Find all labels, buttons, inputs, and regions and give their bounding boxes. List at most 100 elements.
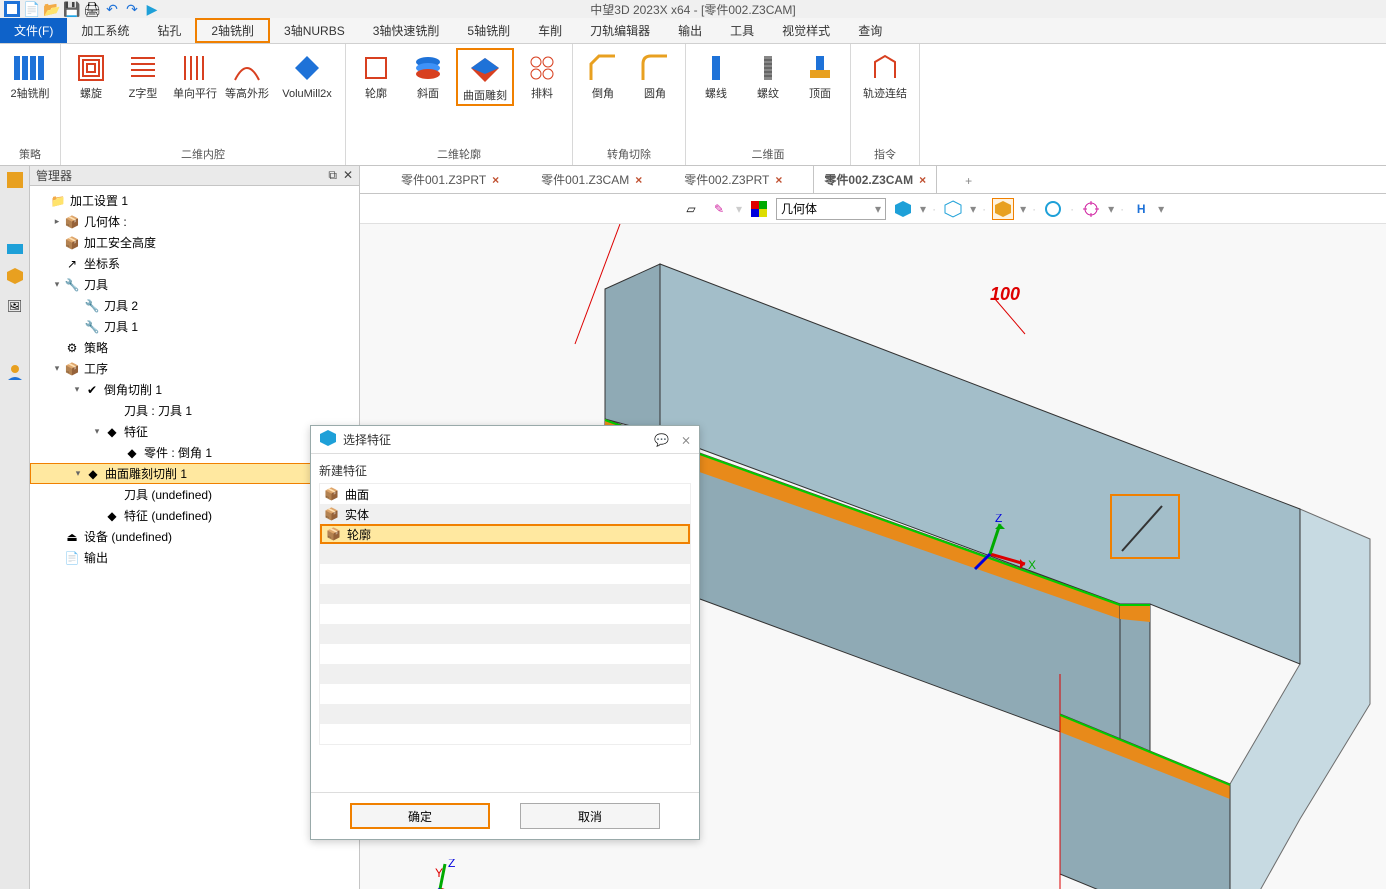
ribbon-helix[interactable]: 螺线 (692, 48, 740, 102)
vt-box-wire-icon[interactable] (942, 198, 964, 220)
print-icon[interactable]: 🖨 (84, 1, 100, 17)
vt-box-gold-icon[interactable] (992, 198, 1014, 220)
vt-palette-icon[interactable] (748, 198, 770, 220)
tree-node[interactable]: 📁加工设置 1 (30, 190, 359, 211)
close-icon[interactable]: × (775, 173, 782, 187)
save-icon[interactable]: 💾 (64, 1, 80, 17)
vt-target-icon[interactable] (1080, 198, 1102, 220)
ribbon-slope[interactable]: 斜面 (404, 48, 452, 102)
menu-tools[interactable]: 工具 (716, 18, 768, 43)
twisty-icon[interactable]: ▾ (71, 468, 85, 479)
close-icon[interactable]: × (492, 173, 499, 187)
twisty-icon[interactable]: ▾ (50, 279, 64, 290)
pathlink-icon (865, 50, 905, 86)
strip-user-icon[interactable] (3, 360, 27, 384)
dialog-close-icon[interactable]: ⨯ (681, 433, 691, 447)
vt-box-blue-icon[interactable] (892, 198, 914, 220)
dlg-item-surface[interactable]: 📦曲面 (320, 484, 690, 504)
tree-node[interactable]: 刀具 : 刀具 1 (30, 400, 359, 421)
ribbon-contourh[interactable]: 等高外形 (223, 48, 271, 102)
ribbon-group-cmd: 轨迹连结 指令 (851, 44, 920, 165)
ribbon-thread[interactable]: 螺纹 (744, 48, 792, 102)
vt-combo[interactable]: 几何体▾ (776, 198, 886, 220)
close-icon[interactable]: × (919, 173, 926, 187)
undo-icon[interactable]: ↶ (104, 1, 120, 17)
tree-node[interactable]: 📦加工安全高度 (30, 232, 359, 253)
close-icon[interactable]: × (635, 173, 642, 187)
tree-node[interactable]: ⚙策略 (30, 337, 359, 358)
ribbon-surfcarve[interactable]: 曲面雕刻 (456, 48, 514, 106)
vt-h-icon[interactable]: H (1130, 198, 1152, 220)
open-icon[interactable]: 📂 (44, 1, 60, 17)
ribbon-topface[interactable]: 顶面 (796, 48, 844, 102)
coord-gizmo-center[interactable]: XZ (970, 514, 1040, 577)
doc-tab-2[interactable]: 零件001.Z3CAM× (530, 165, 653, 193)
list-item (320, 684, 690, 704)
doc-tab-1[interactable]: 零件001.Z3PRT× (390, 165, 510, 193)
tree-node[interactable]: 🔧刀具 1 (30, 316, 359, 337)
twisty-icon[interactable]: ▸ (50, 216, 64, 227)
node-label: 刀具 : 刀具 1 (124, 402, 192, 419)
ribbon: 2轴铣削 策略 螺旋 Z字型 单向平行 等高外形 VoluMill2x 二维内腔… (0, 44, 1386, 166)
list-item (320, 584, 690, 604)
tree-node[interactable]: ↗坐标系 (30, 253, 359, 274)
ribbon-nest[interactable]: 排料 (518, 48, 566, 102)
ribbon-2axis-mill[interactable]: 2轴铣削 (6, 48, 54, 102)
menu-query[interactable]: 查询 (844, 18, 896, 43)
menu-visual[interactable]: 视觉样式 (768, 18, 844, 43)
ribbon-oneway[interactable]: 单向平行 (171, 48, 219, 102)
tree-node[interactable]: ▾✔倒角切削 1 (30, 379, 359, 400)
dlg-item-solid[interactable]: 📦实体 (320, 504, 690, 524)
dlg-item-contour[interactable]: 📦轮廓 (320, 524, 690, 544)
menu-file[interactable]: 文件(F) (0, 18, 67, 43)
node-label: 设备 (undefined) (84, 528, 172, 545)
dialog-buttons: 确定 取消 (311, 792, 699, 839)
twisty-icon[interactable]: ▾ (50, 363, 64, 374)
play-icon[interactable]: ▶ (144, 1, 160, 17)
ribbon-fillet[interactable]: 圆角 (631, 48, 679, 102)
manager-undock-icon[interactable]: ⧉ (328, 168, 337, 183)
doc-tab-3[interactable]: 零件002.Z3PRT× (673, 165, 793, 193)
ribbon-zig[interactable]: Z字型 (119, 48, 167, 102)
menu-system[interactable]: 加工系统 (67, 18, 143, 43)
vt-filter-icon[interactable]: ▱ (680, 198, 702, 220)
tree-node[interactable]: ▸📦几何体 : (30, 211, 359, 232)
doc-tab-add[interactable]: + (957, 169, 980, 193)
menu-output[interactable]: 输出 (664, 18, 716, 43)
menu-lathe[interactable]: 车削 (524, 18, 576, 43)
dialog-help-icon[interactable]: 💬 (654, 433, 669, 447)
tree-node[interactable]: 🔧刀具 2 (30, 295, 359, 316)
tree-node[interactable]: ▾📦工序 (30, 358, 359, 379)
menu-5axis[interactable]: 5轴铣削 (453, 18, 524, 43)
doc-tab-4[interactable]: 零件002.Z3CAM× (813, 165, 937, 193)
list-item (320, 564, 690, 584)
new-icon[interactable]: 📄 (24, 1, 40, 17)
ok-button[interactable]: 确定 (350, 803, 490, 829)
ribbon-volumill[interactable]: VoluMill2x (275, 48, 339, 102)
menu-3fast[interactable]: 3轴快速铣削 (359, 18, 454, 43)
tree-node[interactable]: ▾🔧刀具 (30, 274, 359, 295)
ribbon-spiral[interactable]: 螺旋 (67, 48, 115, 102)
cancel-button[interactable]: 取消 (520, 803, 660, 829)
ribbon-chamfer[interactable]: 倒角 (579, 48, 627, 102)
ribbon-contour[interactable]: 轮廓 (352, 48, 400, 102)
menu-drill[interactable]: 钻孔 (143, 18, 195, 43)
twisty-icon[interactable]: ▾ (90, 426, 104, 437)
ribbon-pathlink[interactable]: 轨迹连结 (857, 48, 913, 102)
vt-wand-icon[interactable]: ✎ (708, 198, 730, 220)
strip-part-icon[interactable] (3, 234, 27, 258)
twisty-icon[interactable]: ▾ (70, 384, 84, 395)
strip-image-icon[interactable]: 🖼 (3, 294, 27, 318)
dialog-title-text: 选择特征 (343, 431, 391, 448)
vt-circle-icon[interactable] (1042, 198, 1064, 220)
redo-icon[interactable]: ↷ (124, 1, 140, 17)
strip-assembly-icon[interactable] (3, 168, 27, 192)
menu-patheditor[interactable]: 刀轨编辑器 (576, 18, 664, 43)
node-label: 零件 : 倒角 1 (144, 444, 212, 461)
menu-3nurbs[interactable]: 3轴NURBS (270, 18, 359, 43)
menu-2axis[interactable]: 2轴铣削 (195, 18, 270, 43)
strip-cube-icon[interactable] (3, 264, 27, 288)
node-icon: 📦 (64, 361, 80, 377)
dialog-titlebar[interactable]: 选择特征 💬 ⨯ (311, 426, 699, 454)
manager-close-icon[interactable]: ✕ (343, 168, 353, 183)
